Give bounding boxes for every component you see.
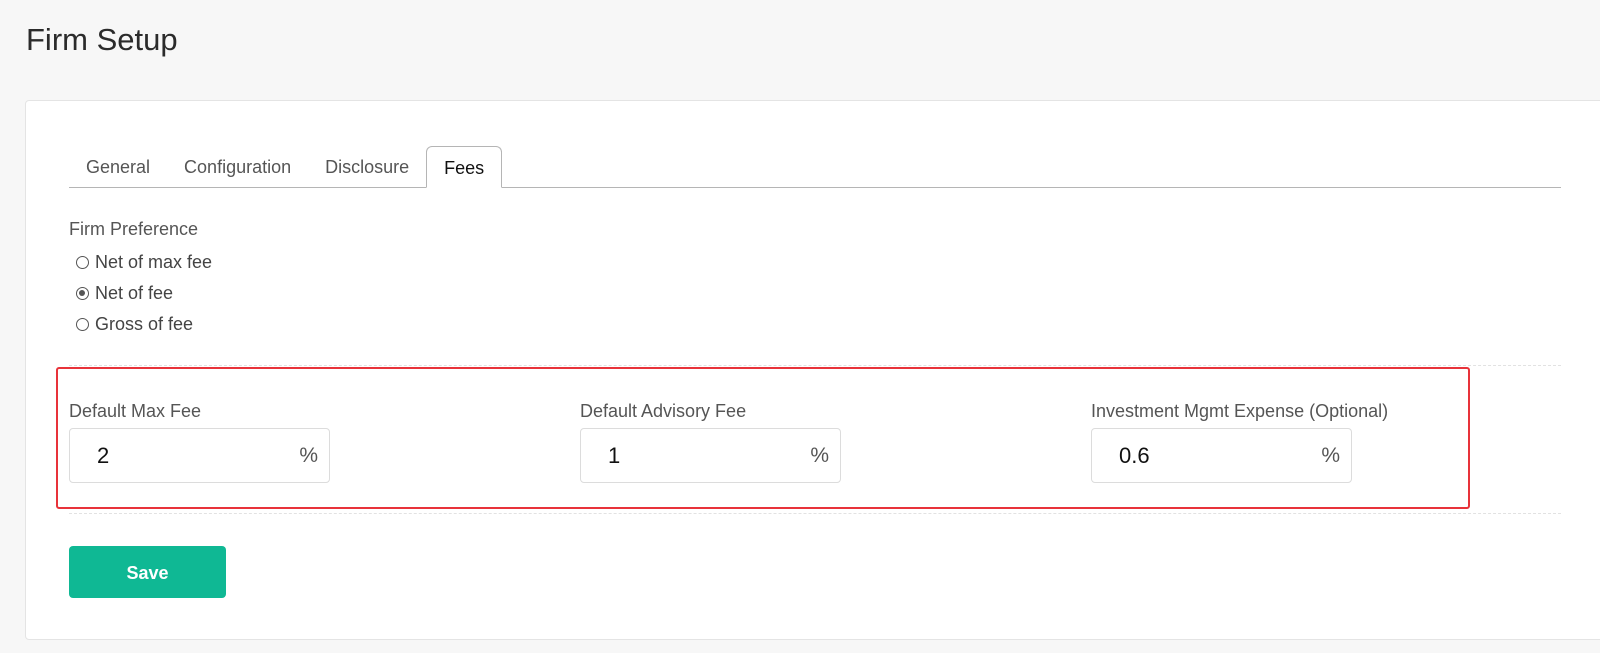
default-max-fee-value: 2 (97, 442, 110, 468)
investment-mgmt-expense-input[interactable]: 0.6 % (1091, 428, 1352, 483)
default-advisory-fee-input[interactable]: 1 % (580, 428, 841, 483)
divider (69, 513, 1561, 514)
investment-mgmt-expense-field: Investment Mgmt Expense (Optional) 0.6 % (1091, 399, 1388, 483)
radio-label: Net of fee (95, 283, 174, 303)
investment-mgmt-expense-label: Investment Mgmt Expense (Optional) (1091, 401, 1389, 421)
default-max-fee-label: Default Max Fee (69, 401, 202, 421)
radio-button[interactable] (76, 256, 89, 269)
radio-button[interactable] (76, 287, 89, 300)
firm-preference-radio-group: Net of max fee Net of fee Gross of fee (76, 247, 212, 340)
tab-configuration[interactable]: Configuration (167, 147, 308, 187)
radio-net-of-max-fee[interactable]: Net of max fee (76, 247, 212, 278)
save-button[interactable]: Save (69, 546, 226, 598)
radio-label: Net of max fee (95, 252, 213, 272)
investment-mgmt-expense-value: 0.6 (1119, 442, 1150, 468)
settings-card: General Configuration Disclosure Fees Fi… (25, 100, 1600, 640)
percent-unit: % (1321, 443, 1340, 467)
radio-button[interactable] (76, 318, 89, 331)
default-max-fee-input[interactable]: 2 % (69, 428, 330, 483)
tab-fees[interactable]: Fees (426, 146, 503, 188)
default-advisory-fee-value: 1 (608, 442, 621, 468)
default-advisory-fee-label: Default Advisory Fee (580, 401, 747, 421)
percent-unit: % (810, 443, 829, 467)
page-title: Firm Setup (26, 22, 178, 57)
tab-general[interactable]: General (69, 147, 167, 187)
firm-preference-label: Firm Preference (69, 219, 199, 239)
tab-bar: General Configuration Disclosure Fees (69, 145, 1561, 188)
default-advisory-fee-field: Default Advisory Fee 1 % (580, 399, 841, 483)
radio-gross-of-fee[interactable]: Gross of fee (76, 309, 212, 340)
radio-net-of-fee[interactable]: Net of fee (76, 278, 212, 309)
percent-unit: % (299, 443, 318, 467)
default-max-fee-field: Default Max Fee 2 % (69, 399, 330, 483)
tab-disclosure[interactable]: Disclosure (308, 147, 426, 187)
radio-label: Gross of fee (95, 314, 194, 334)
divider (69, 365, 1561, 366)
